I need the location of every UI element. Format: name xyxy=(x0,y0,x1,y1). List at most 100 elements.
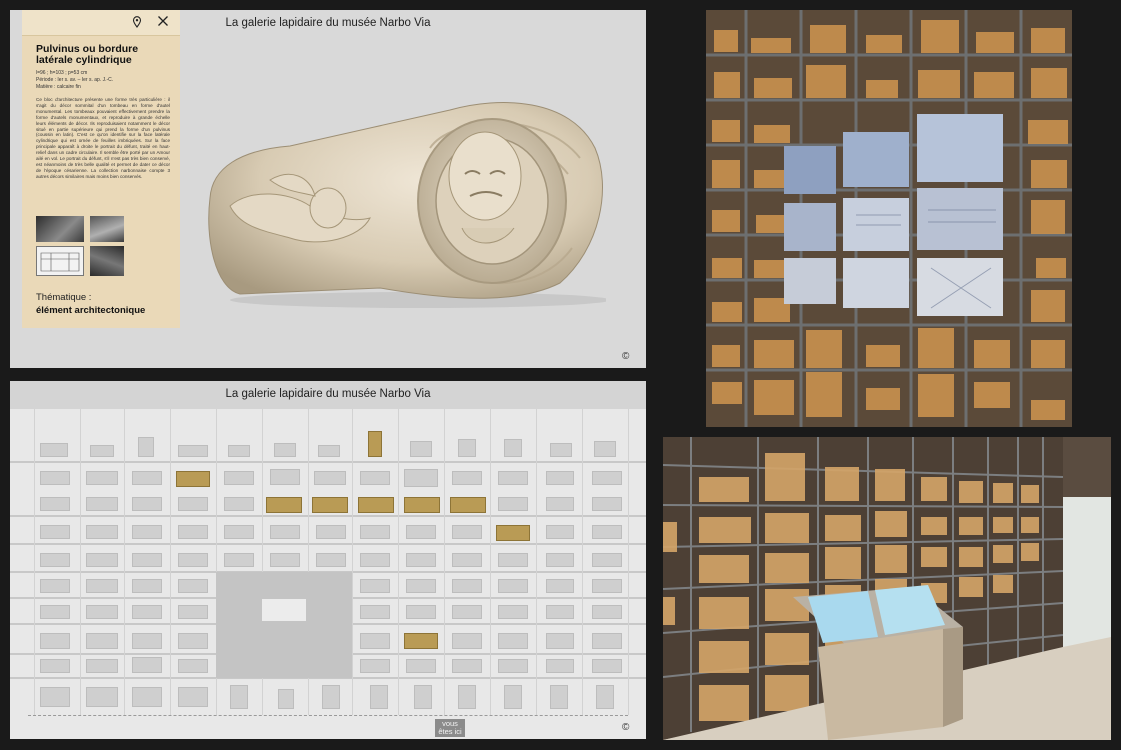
stone-item[interactable] xyxy=(498,633,528,649)
stone-item[interactable] xyxy=(504,685,522,709)
stone-item[interactable] xyxy=(546,659,574,673)
stone-item[interactable] xyxy=(498,579,528,593)
stone-item[interactable] xyxy=(592,497,622,511)
scroll-track[interactable] xyxy=(28,715,628,717)
stone-item[interactable] xyxy=(592,525,622,539)
stone-item-highlighted[interactable] xyxy=(450,497,486,513)
stone-item[interactable] xyxy=(178,497,208,511)
thumbnail-drawing[interactable] xyxy=(36,246,84,276)
stone-item[interactable] xyxy=(270,553,300,567)
stone-item[interactable] xyxy=(498,605,528,619)
stone-item[interactable] xyxy=(498,497,528,511)
stone-item[interactable] xyxy=(410,441,432,457)
stone-item[interactable] xyxy=(452,553,482,567)
stone-item[interactable] xyxy=(414,685,432,709)
stone-item[interactable] xyxy=(86,633,118,649)
stone-item[interactable] xyxy=(40,687,70,707)
location-pin-icon[interactable] xyxy=(132,16,142,28)
stone-item[interactable] xyxy=(498,659,528,673)
stone-item[interactable] xyxy=(178,579,208,593)
stone-item[interactable] xyxy=(360,605,390,619)
stone-item[interactable] xyxy=(224,497,254,511)
stone-item[interactable] xyxy=(90,445,114,457)
stone-item[interactable] xyxy=(316,525,346,539)
thumbnail-stone-photo[interactable] xyxy=(90,216,124,242)
stone-item[interactable] xyxy=(458,439,476,457)
stone-item[interactable] xyxy=(40,633,70,649)
stone-item[interactable] xyxy=(86,471,118,485)
stone-item[interactable] xyxy=(592,553,622,567)
stone-item[interactable] xyxy=(316,553,346,567)
stone-item[interactable] xyxy=(40,579,70,593)
stone-item[interactable] xyxy=(550,685,568,709)
stone-item-highlighted[interactable] xyxy=(404,497,440,513)
stone-item[interactable] xyxy=(546,525,574,539)
stone-item[interactable] xyxy=(360,525,390,539)
stone-item[interactable] xyxy=(596,685,614,709)
stone-item[interactable] xyxy=(40,605,70,619)
stone-item-highlighted[interactable] xyxy=(496,525,530,541)
stone-item[interactable] xyxy=(406,553,436,567)
stone-item-highlighted[interactable] xyxy=(312,497,348,513)
stone-item[interactable] xyxy=(40,553,70,567)
stone-item[interactable] xyxy=(138,437,154,457)
stone-item[interactable] xyxy=(270,469,300,485)
stone-item[interactable] xyxy=(132,525,162,539)
stone-item[interactable] xyxy=(452,579,482,593)
stone-item[interactable] xyxy=(40,497,70,511)
stone-item[interactable] xyxy=(40,443,68,457)
stone-item[interactable] xyxy=(274,443,296,457)
stone-item[interactable] xyxy=(86,579,118,593)
stone-item[interactable] xyxy=(86,497,118,511)
stone-item[interactable] xyxy=(452,605,482,619)
stone-item[interactable] xyxy=(594,441,616,457)
stone-item[interactable] xyxy=(132,553,162,567)
stone-item[interactable] xyxy=(132,687,162,707)
stone-item[interactable] xyxy=(592,605,622,619)
stone-item[interactable] xyxy=(178,687,208,707)
stone-item[interactable] xyxy=(360,659,390,673)
thumbnail-stone-relief[interactable] xyxy=(36,216,84,242)
stone-item[interactable] xyxy=(550,443,572,457)
stone-item[interactable] xyxy=(86,687,118,707)
stone-item[interactable] xyxy=(178,525,208,539)
stone-item[interactable] xyxy=(406,605,436,619)
stone-item-highlighted[interactable] xyxy=(404,633,438,649)
stone-3d-model[interactable] xyxy=(200,88,606,308)
stone-item[interactable] xyxy=(224,471,254,485)
stone-item[interactable] xyxy=(406,579,436,593)
stone-item[interactable] xyxy=(132,579,162,593)
stone-item[interactable] xyxy=(132,605,162,619)
stone-item[interactable] xyxy=(498,553,528,567)
stone-item-highlighted[interactable] xyxy=(176,471,210,487)
stone-item[interactable] xyxy=(546,553,574,567)
stone-item[interactable] xyxy=(318,445,340,457)
stone-item[interactable] xyxy=(452,659,482,673)
stone-item[interactable] xyxy=(546,605,574,619)
stone-item[interactable] xyxy=(178,633,208,649)
stone-item[interactable] xyxy=(406,525,436,539)
stone-item[interactable] xyxy=(178,659,208,673)
stone-item[interactable] xyxy=(406,659,436,673)
stone-item[interactable] xyxy=(40,659,70,673)
stone-item[interactable] xyxy=(592,471,622,485)
thumbnail-detail[interactable] xyxy=(90,246,124,276)
stone-shelf-grid[interactable] xyxy=(10,409,646,715)
stone-item[interactable] xyxy=(592,579,622,593)
stone-item[interactable] xyxy=(270,525,300,539)
stone-item[interactable] xyxy=(40,471,70,485)
stone-item[interactable] xyxy=(452,525,482,539)
stone-item[interactable] xyxy=(322,685,340,709)
stone-item[interactable] xyxy=(224,525,254,539)
stone-item[interactable] xyxy=(546,497,574,511)
stone-item[interactable] xyxy=(132,657,162,673)
stone-item[interactable] xyxy=(452,633,482,649)
stone-item[interactable] xyxy=(86,525,118,539)
stone-item[interactable] xyxy=(86,553,118,567)
stone-item[interactable] xyxy=(360,471,390,485)
stone-item[interactable] xyxy=(546,471,574,485)
stone-item[interactable] xyxy=(132,633,162,649)
close-icon[interactable] xyxy=(157,15,169,27)
stone-item[interactable] xyxy=(546,633,574,649)
stone-item[interactable] xyxy=(404,469,438,487)
